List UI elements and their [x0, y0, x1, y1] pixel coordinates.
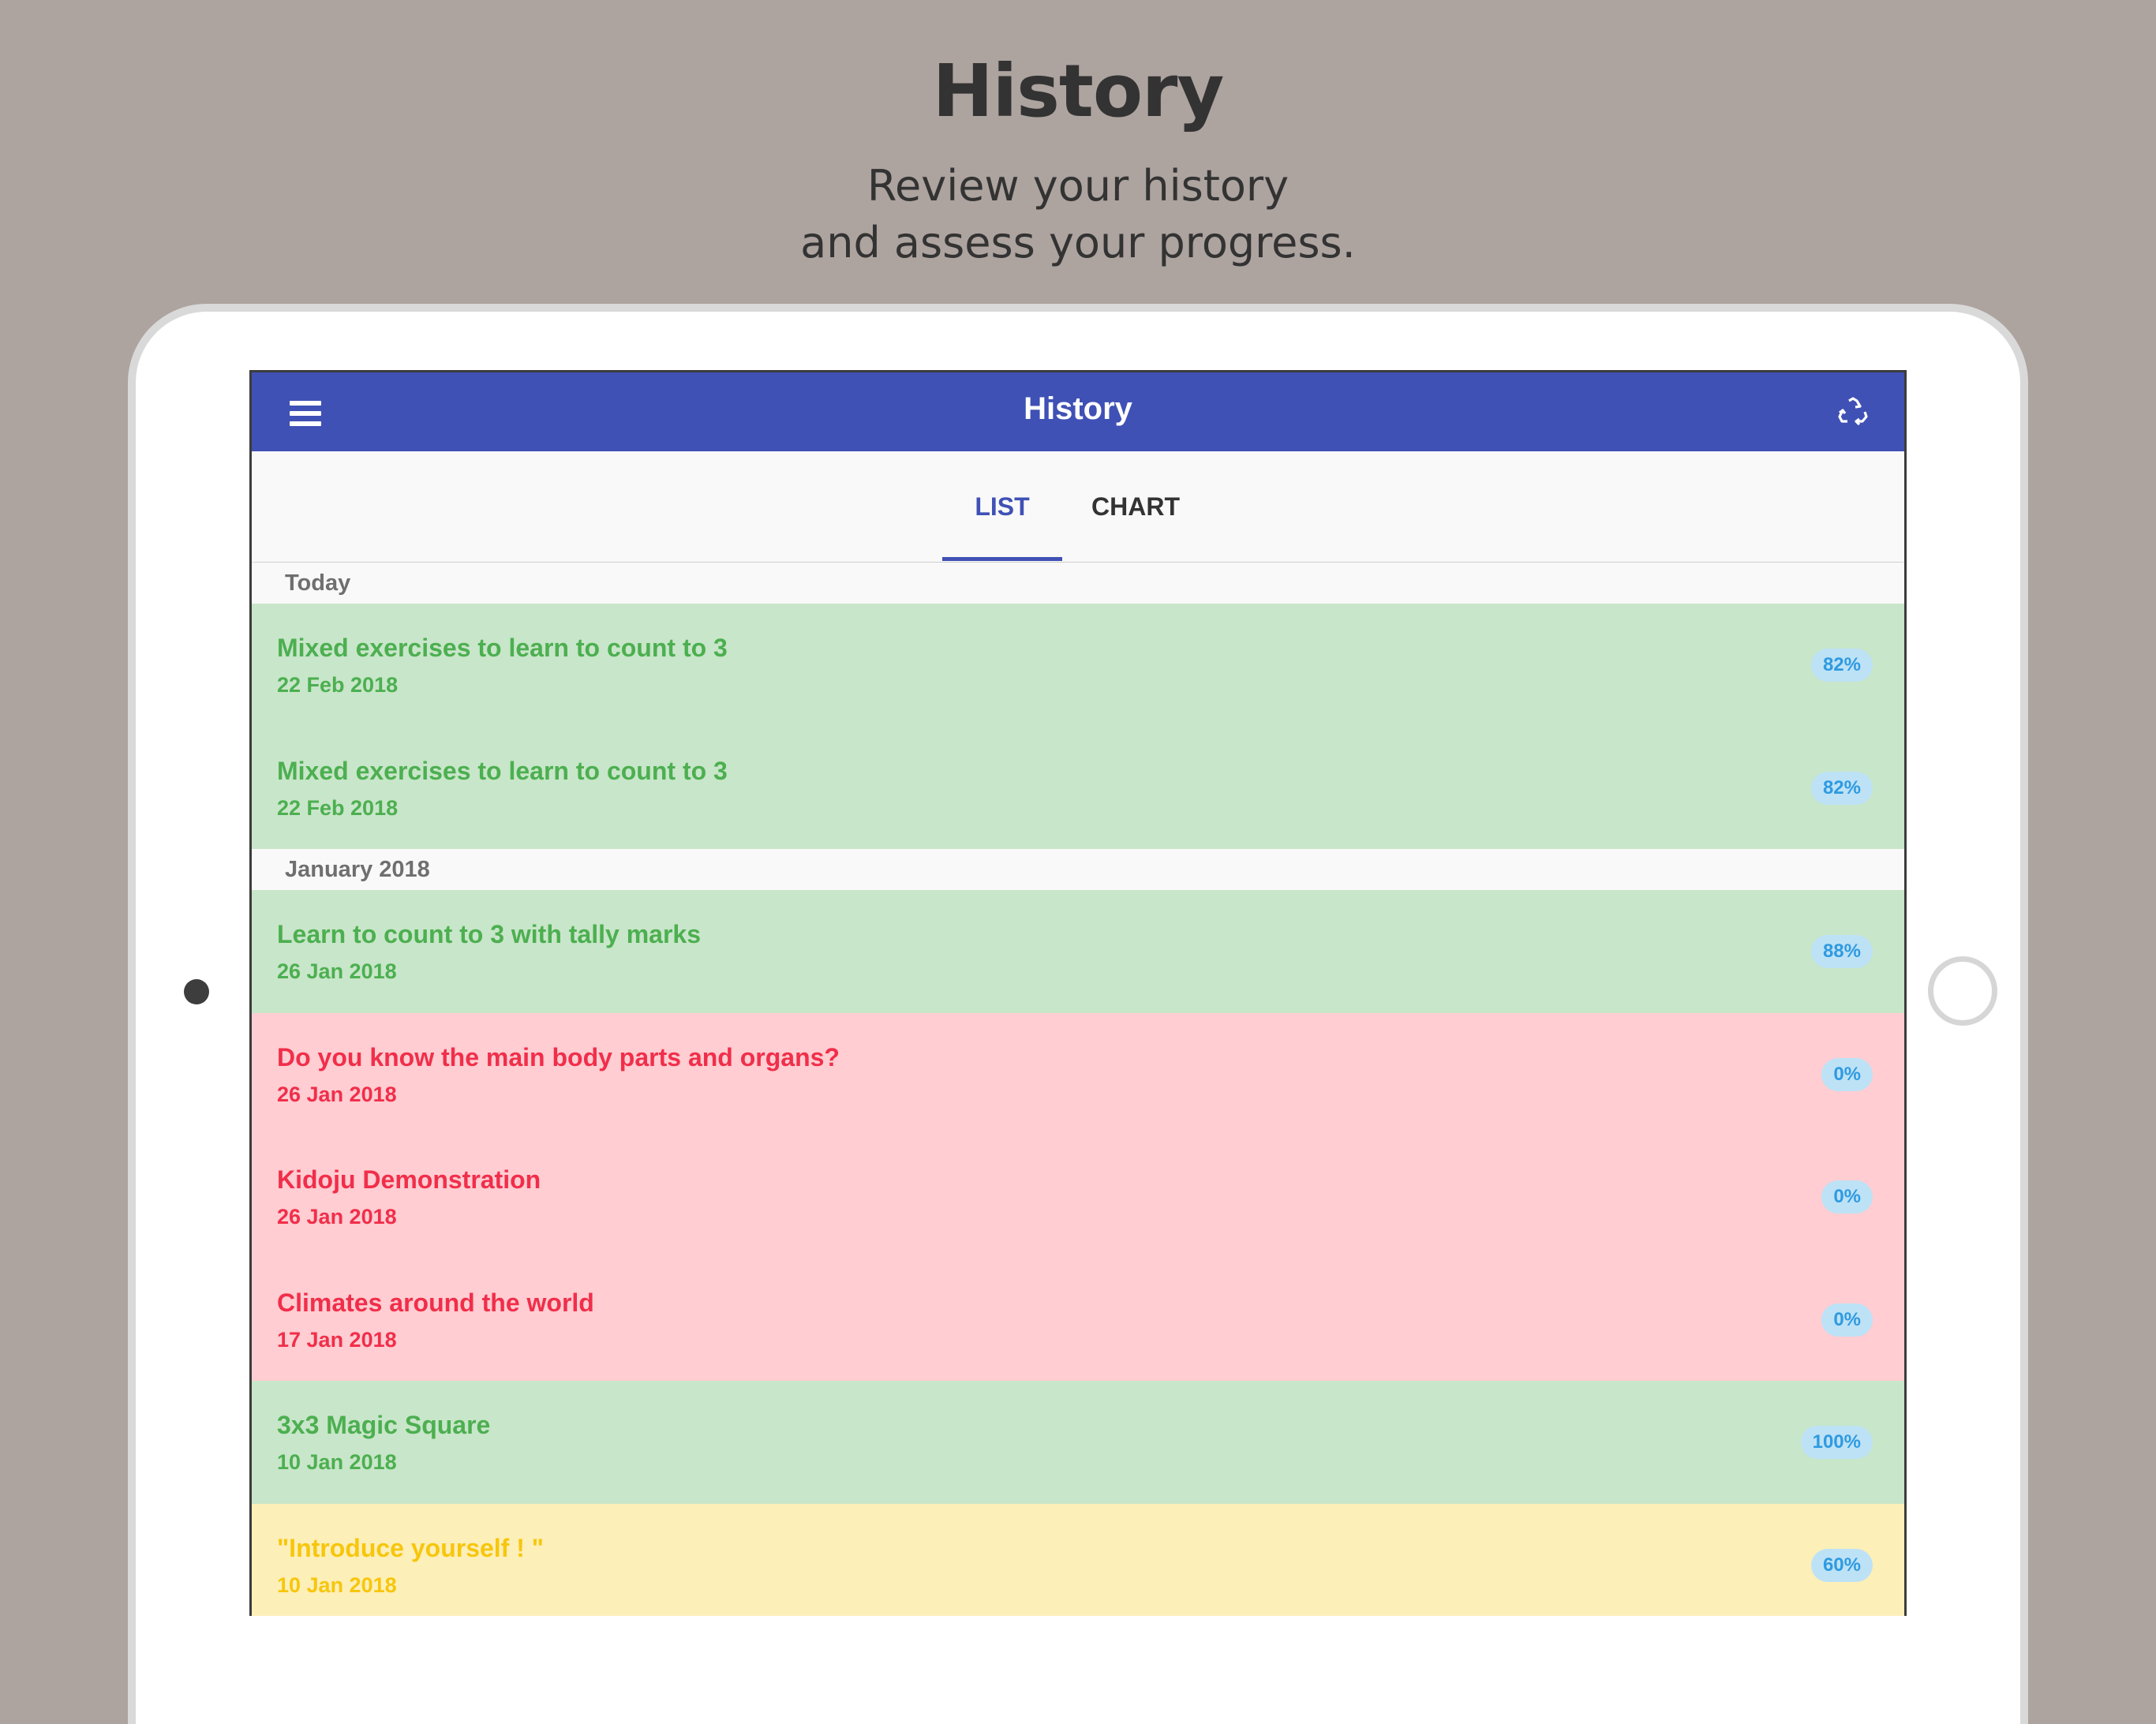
promo-title: History — [932, 49, 1225, 133]
score-badge: 82% — [1810, 771, 1873, 805]
history-item-date: 26 Jan 2018 — [277, 959, 397, 983]
app-screen: History LIST CHART Today Mixed exercises… — [249, 370, 1907, 1616]
promo-subtitle: Review your history and assess your prog… — [0, 158, 2156, 271]
tab-list[interactable]: LIST — [942, 451, 1062, 562]
section-header-today: Today — [252, 563, 1904, 604]
score-badge: 100% — [1800, 1426, 1873, 1459]
score-badge: 88% — [1810, 935, 1873, 968]
history-item[interactable]: 3x3 Magic Square 10 Jan 2018 100% — [252, 1381, 1904, 1504]
history-item[interactable]: Learn to count to 3 with tally marks 26 … — [252, 890, 1904, 1013]
history-item-title: Learn to count to 3 with tally marks — [277, 920, 701, 948]
history-item-title: Mixed exercises to learn to count to 3 — [277, 634, 728, 662]
score-badge: 82% — [1810, 649, 1873, 682]
history-item-date: 22 Feb 2018 — [277, 795, 399, 820]
history-item-title: Kidoju Demonstration — [277, 1165, 541, 1194]
history-item-date: 10 Jan 2018 — [277, 1450, 397, 1474]
app-bar: History — [252, 372, 1904, 451]
promo-subtitle-line1: Review your history — [867, 161, 1289, 211]
app-bar-title: History — [1024, 391, 1132, 426]
history-item-date: 10 Jan 2018 — [277, 1573, 397, 1597]
history-item[interactable]: Mixed exercises to learn to count to 3 2… — [252, 726, 1904, 849]
history-item-title: Mixed exercises to learn to count to 3 — [277, 756, 728, 785]
history-item-date: 26 Jan 2018 — [277, 1205, 397, 1228]
history-item-title: "Introduce yourself ! " — [277, 1533, 544, 1562]
history-item-title: Climates around the world — [277, 1288, 594, 1317]
tablet-home-button[interactable] — [1928, 956, 1997, 1026]
score-badge: 60% — [1810, 1548, 1873, 1582]
history-item[interactable]: Kidoju Demonstration 26 Jan 2018 0% — [252, 1135, 1904, 1258]
history-item[interactable]: Do you know the main body parts and orga… — [252, 1012, 1904, 1135]
promo-subtitle-line2: and assess your progress. — [800, 218, 1356, 267]
recycle-icon[interactable] — [1836, 396, 1870, 429]
history-item[interactable]: "Introduce yourself ! " 10 Jan 2018 60% — [252, 1503, 1904, 1616]
history-list: Today Mixed exercises to learn to count … — [252, 563, 1904, 1616]
score-badge: 0% — [1821, 1303, 1873, 1337]
active-tab-indicator — [942, 557, 1062, 561]
history-item-title: 3x3 Magic Square — [277, 1411, 491, 1439]
history-item[interactable]: Mixed exercises to learn to count to 3 2… — [252, 604, 1904, 727]
score-badge: 0% — [1821, 1057, 1873, 1091]
score-badge: 0% — [1821, 1180, 1873, 1214]
history-item[interactable]: Climates around the world 17 Jan 2018 0% — [252, 1258, 1904, 1381]
tab-chart[interactable]: CHART — [1072, 451, 1199, 562]
tablet-camera — [184, 979, 209, 1004]
history-item-title: Do you know the main body parts and orga… — [277, 1042, 840, 1071]
history-item-date: 22 Feb 2018 — [277, 673, 399, 697]
history-item-date: 17 Jan 2018 — [277, 1327, 397, 1352]
history-item-date: 26 Jan 2018 — [277, 1082, 397, 1106]
section-header-january-2018: January 2018 — [252, 849, 1904, 890]
tab-bar: LIST CHART — [252, 451, 1904, 562]
